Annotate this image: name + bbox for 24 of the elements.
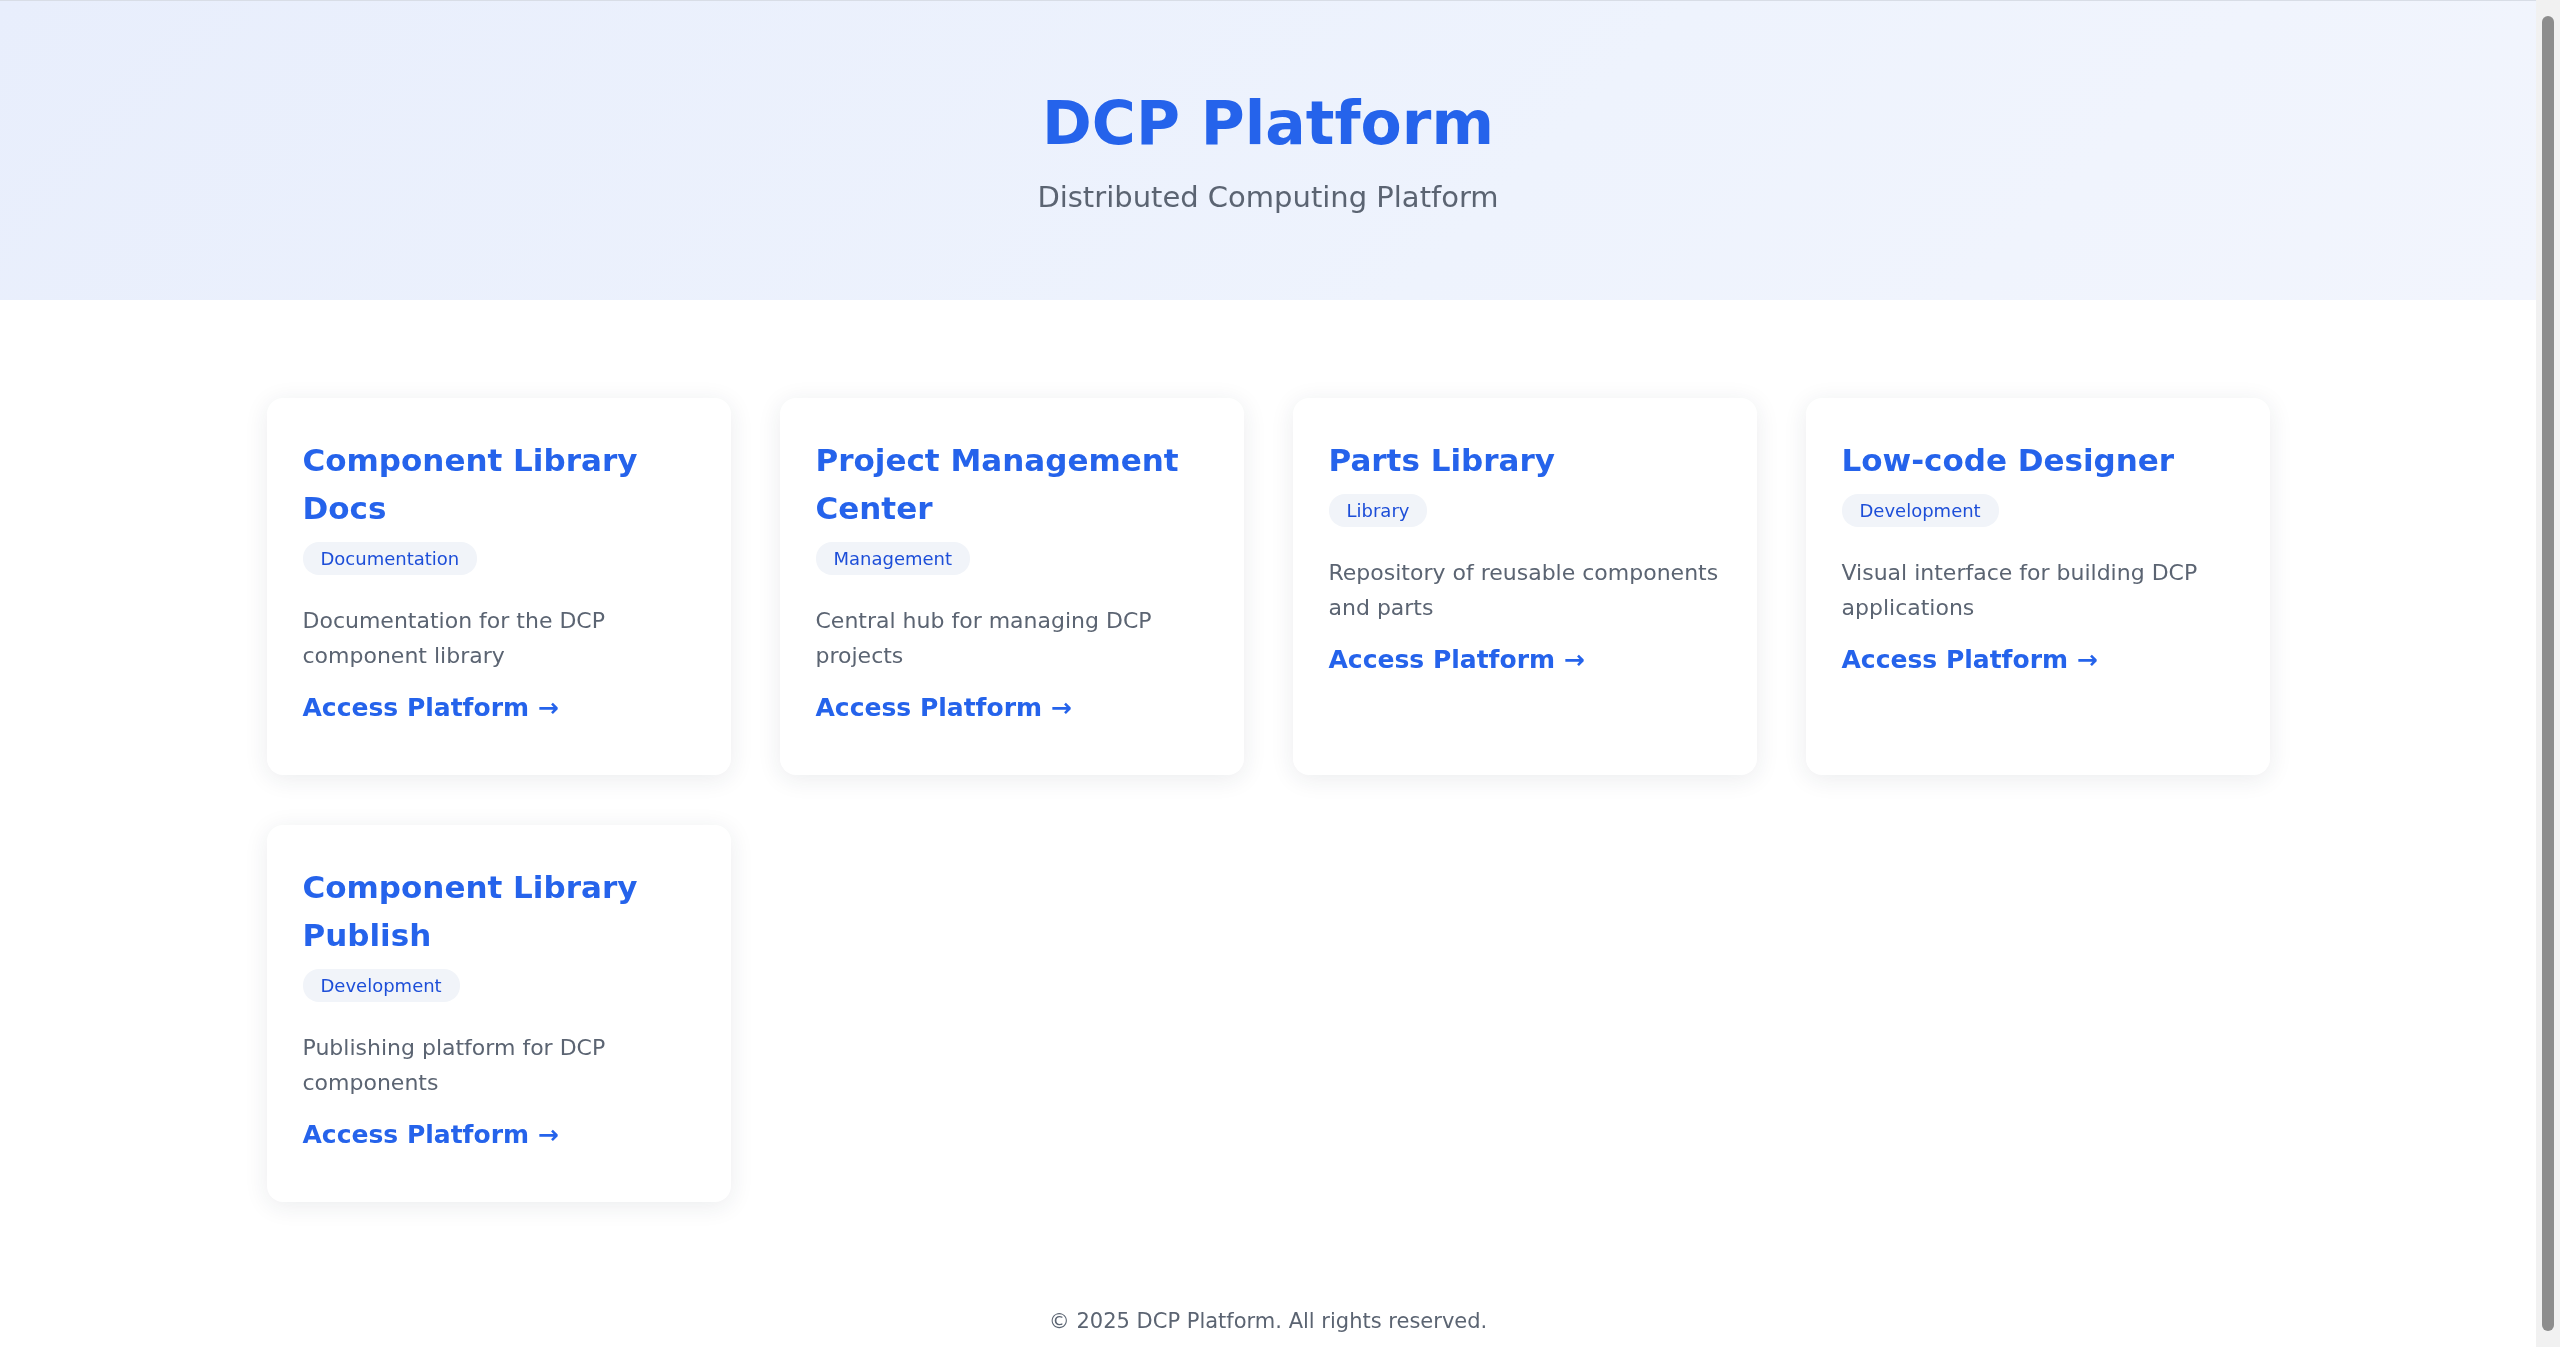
scrollbar[interactable] [2536, 0, 2560, 1347]
access-link[interactable]: Access Platform → [1328, 645, 1585, 674]
card-title: Component Library Publish [302, 868, 639, 955]
access-link[interactable]: Access Platform → [302, 1120, 559, 1149]
card-title: Component Library Docs [302, 441, 639, 528]
category-tag: Management [815, 542, 971, 575]
access-link[interactable]: Access Platform → [1841, 645, 2098, 674]
category-tag: Development [302, 969, 460, 1002]
access-link[interactable]: Access Platform → [302, 693, 559, 722]
card-description: Publishing platform for DCP components [302, 1034, 607, 1097]
card-description: Visual interface for building DCP applications [1841, 559, 2199, 622]
page-subtitle: Distributed Computing Platform [1037, 179, 1499, 214]
card-title: Parts Library [1328, 441, 1555, 480]
card-description: Repository of reusable components and parts [1328, 559, 1720, 622]
card-description: Documentation for the DCP component library [302, 607, 606, 670]
copyright-text: © 2025 DCP Platform. All rights reserved. [1048, 1309, 1488, 1333]
category-tag: Documentation [302, 542, 478, 575]
access-link[interactable]: Access Platform → [815, 693, 1072, 722]
category-tag: Development [1841, 494, 1999, 527]
page-title: DCP Platform [1042, 87, 1494, 158]
card-title: Project Management Center [815, 441, 1180, 528]
category-tag: Library [1328, 494, 1428, 527]
card-title: Low-code Designer [1841, 441, 2175, 480]
card-description: Central hub for managing DCP projects [815, 607, 1153, 670]
